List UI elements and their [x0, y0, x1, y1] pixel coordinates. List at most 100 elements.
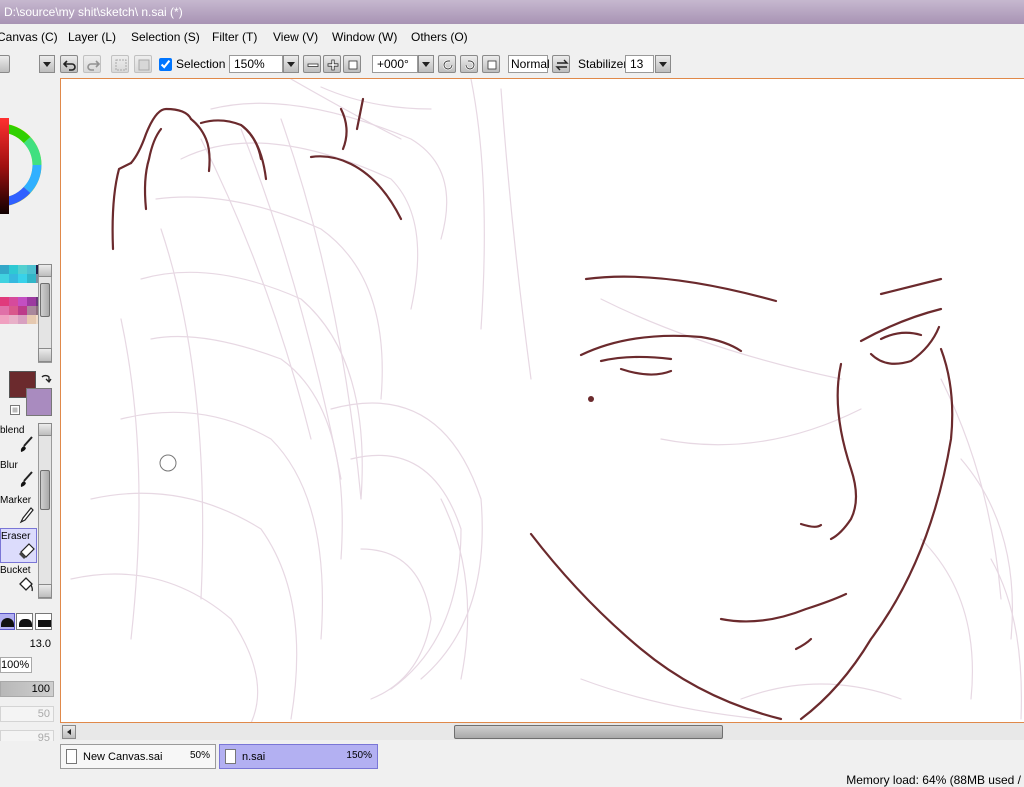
palette-swatch[interactable]: [18, 265, 27, 274]
file-icon: [66, 749, 77, 764]
palette-swatch[interactable]: [27, 306, 36, 315]
palette-swatch[interactable]: [0, 265, 9, 274]
rotate-right-button[interactable]: [460, 55, 478, 73]
redo-button[interactable]: [83, 55, 101, 73]
palette-swatch[interactable]: [9, 274, 18, 283]
panel-dropdown-button[interactable]: [39, 55, 55, 73]
brush-shape-round[interactable]: [0, 613, 15, 630]
eraser-icon: [19, 543, 35, 559]
tool-blend[interactable]: blend: [0, 423, 37, 458]
blend-mode-field[interactable]: Normal: [508, 55, 550, 73]
palette-swatch[interactable]: [18, 315, 27, 324]
panel-toggle-button[interactable]: [0, 55, 10, 73]
undo-button[interactable]: [60, 55, 78, 73]
palette-swatch[interactable]: [27, 274, 36, 283]
swap-colors-icon[interactable]: [40, 373, 52, 385]
density-slider[interactable]: 100: [0, 681, 54, 697]
color-wheel[interactable]: [0, 78, 58, 248]
brush-shape-flat[interactable]: [16, 613, 33, 630]
rotation-field[interactable]: +000°: [372, 55, 418, 73]
menu-window[interactable]: Window (W): [332, 30, 397, 44]
stabilizer-value: 13: [630, 57, 644, 71]
transparent-color-icon[interactable]: [10, 405, 20, 415]
sketch-artwork: [70, 79, 1022, 722]
menu-others[interactable]: Others (O): [411, 30, 468, 44]
tool-bucket[interactable]: Bucket: [0, 563, 37, 598]
rotate-left-icon: [442, 59, 454, 71]
redo-icon: [87, 60, 100, 71]
palette-scroll-thumb[interactable]: [40, 283, 50, 317]
tool-marker[interactable]: Marker: [0, 493, 37, 528]
stop-icon: [348, 60, 358, 70]
selection-checkbox[interactable]: [159, 58, 172, 71]
palette-swatch[interactable]: [18, 306, 27, 315]
tool-label: Marker: [0, 495, 32, 506]
stabilizer-label: Stabilizer: [578, 57, 628, 71]
scroll-down-button[interactable]: [38, 348, 52, 362]
tool-label: Blur: [0, 460, 18, 471]
palette-swatch[interactable]: [0, 315, 9, 324]
palette-swatch[interactable]: [18, 297, 27, 306]
palette-swatch[interactable]: [27, 265, 36, 274]
density-value: 100: [31, 683, 50, 695]
brush-icon: [20, 471, 33, 487]
palette-swatch[interactable]: [18, 274, 27, 283]
zoom-reset-button[interactable]: [343, 55, 361, 73]
tab-name: New Canvas.sai: [83, 751, 163, 763]
tool-blur[interactable]: Blur: [0, 458, 37, 493]
zoom-dropdown-button[interactable]: [283, 55, 299, 73]
size-multiplier-field[interactable]: 100%: [0, 657, 32, 673]
menu-view[interactable]: View (V): [273, 30, 318, 44]
tab-n-sai[interactable]: n.sai 150%: [219, 744, 378, 769]
menu-canvas[interactable]: Canvas (C): [0, 30, 58, 44]
memory-status: Memory load: 64% (88MB used /: [846, 773, 1021, 787]
horizontal-scroll-thumb[interactable]: [454, 725, 723, 739]
undo-icon: [63, 60, 76, 71]
stabilizer-dropdown-button[interactable]: [655, 55, 671, 73]
flip-horizontal-button[interactable]: [552, 55, 570, 73]
scroll-up-button[interactable]: [38, 423, 52, 436]
brush-shape-square[interactable]: [35, 613, 52, 630]
drawing-canvas[interactable]: [60, 78, 1024, 722]
deselect-icon: [115, 59, 127, 71]
palette-swatch[interactable]: [9, 265, 18, 274]
palette-swatch[interactable]: [9, 315, 18, 324]
palette-swatch[interactable]: [9, 297, 18, 306]
tool-panel: blend Blur Marker Eraser Bucket 13.0 100…: [0, 78, 58, 787]
palette-swatch[interactable]: [27, 315, 36, 324]
zoom-field[interactable]: 150%: [229, 55, 283, 73]
scroll-down-button[interactable]: [38, 584, 52, 598]
palette-swatch[interactable]: [0, 297, 9, 306]
tool-scroll-thumb[interactable]: [40, 470, 50, 510]
scroll-left-button[interactable]: [62, 725, 76, 739]
zoom-out-button[interactable]: [303, 55, 321, 73]
palette-swatch[interactable]: [0, 274, 9, 283]
tab-new-canvas[interactable]: New Canvas.sai 50%: [60, 744, 216, 769]
deselect-button[interactable]: [111, 55, 129, 73]
tool-eraser[interactable]: Eraser: [0, 528, 37, 563]
window-title: D:\source\my shit\sketch\ n.sai (*): [4, 5, 183, 19]
file-icon: [225, 749, 236, 764]
palette-swatch[interactable]: [0, 306, 9, 315]
rotate-left-button[interactable]: [438, 55, 456, 73]
selection-label: Selection: [176, 57, 226, 71]
horizontal-scrollbar[interactable]: [60, 722, 1024, 740]
rotation-dropdown-button[interactable]: [418, 55, 434, 73]
invert-selection-button[interactable]: [134, 55, 152, 73]
palette-swatch[interactable]: [27, 297, 36, 306]
secondary-color-swatch[interactable]: [26, 388, 52, 416]
tool-label: blend: [0, 425, 25, 436]
tool-list-scrollbar[interactable]: [38, 423, 52, 599]
stabilizer-field[interactable]: 13: [625, 55, 654, 73]
menu-layer[interactable]: Layer (L): [68, 30, 116, 44]
palette-swatch[interactable]: [9, 306, 18, 315]
marker-icon: [19, 507, 34, 524]
menu-filter[interactable]: Filter (T): [212, 30, 257, 44]
rotation-reset-button[interactable]: [482, 55, 500, 73]
menu-selection[interactable]: Selection (S): [131, 30, 200, 44]
palette-scrollbar[interactable]: [38, 264, 52, 363]
scroll-up-button[interactable]: [38, 264, 52, 277]
zoom-in-button[interactable]: [323, 55, 341, 73]
brush-size-field[interactable]: 13.0: [0, 637, 54, 653]
tool-label: Eraser: [1, 531, 31, 542]
